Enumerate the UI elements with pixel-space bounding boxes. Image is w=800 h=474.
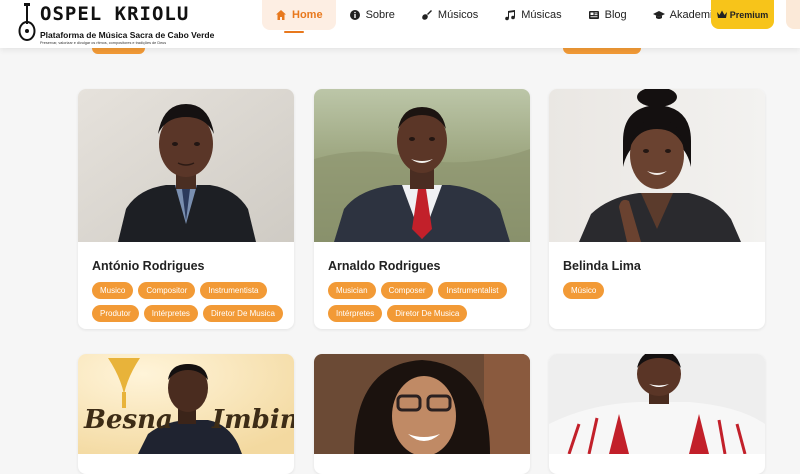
role-tag[interactable]: Compositor <box>138 282 196 299</box>
musician-card[interactable] <box>549 354 765 474</box>
musician-photo <box>549 89 765 242</box>
menu-home-label: Home <box>292 9 323 21</box>
musician-photo <box>78 89 294 242</box>
menu-musicos[interactable]: Músicos <box>408 0 491 30</box>
musician-name[interactable]: Belinda Lima <box>563 259 641 273</box>
role-tag[interactable]: Intérpretes <box>328 305 383 322</box>
menu-sobre[interactable]: Sobre <box>336 0 408 30</box>
music-note-icon <box>505 10 516 21</box>
brand-subtagline: Preservar, valorizar e divulgar os ritmo… <box>40 41 167 45</box>
musician-photo: Besna Imbine <box>78 354 294 454</box>
role-tag[interactable]: Composer <box>380 282 434 299</box>
menu-blog-label: Blog <box>604 9 627 21</box>
brand-tagline: Plataforma de Música Sacra de Cabo Verde <box>40 30 215 40</box>
previous-row-button-remnant[interactable] <box>92 47 145 54</box>
menu-home[interactable]: Home <box>262 0 336 33</box>
menu-musicos-label: Músicos <box>437 9 479 21</box>
top-navbar: OSPEL KRIOLU Plataforma de Música Sacra … <box>0 0 800 48</box>
newspaper-icon <box>588 11 599 19</box>
info-icon <box>349 10 360 20</box>
premium-button[interactable]: Premium <box>711 0 774 29</box>
role-tag[interactable]: Diretor De Musica <box>387 305 468 322</box>
main-menu: Home Sobre Músicos Músicas Blog Akademia <box>262 0 732 33</box>
musician-card[interactable]: António Rodrigues Musico Compositor Inst… <box>78 89 294 329</box>
role-tag[interactable]: Diretor De Musica <box>202 305 283 322</box>
photo-caption-besna: Besna <box>83 405 173 435</box>
musician-name[interactable]: António Rodrigues <box>92 259 205 273</box>
guitar-logo-icon <box>18 3 36 41</box>
musician-card[interactable]: Belinda Lima Músico <box>549 89 765 329</box>
menu-musicas-label: Músicas <box>521 9 562 21</box>
role-tag[interactable]: Musician <box>328 282 376 299</box>
musician-tags: Musico Compositor Instrumentista Produto… <box>92 282 287 322</box>
role-tag[interactable]: Instrumentalist <box>438 282 507 299</box>
musician-photo <box>314 354 530 454</box>
role-tag[interactable]: Produtor <box>92 305 139 322</box>
site-logo[interactable]: OSPEL KRIOLU Plataforma de Música Sacra … <box>18 2 218 46</box>
musician-photo <box>549 354 765 454</box>
graduation-cap-icon <box>652 11 665 19</box>
photo-caption-imbine: Imbine <box>211 405 294 435</box>
menu-blog[interactable]: Blog <box>575 0 640 30</box>
premium-label: Premium <box>729 9 769 20</box>
musician-tags: Musician Composer Instrumentalist Intérp… <box>328 282 523 322</box>
role-tag[interactable]: Musico <box>92 282 134 299</box>
role-tag[interactable]: Instrumentista <box>200 282 267 299</box>
musician-card[interactable]: Arnaldo Rodrigues Musician Composer Inst… <box>314 89 530 329</box>
role-tag[interactable]: Músico <box>563 282 605 299</box>
brand-name: OSPEL KRIOLU <box>40 3 190 25</box>
menu-sobre-label: Sobre <box>365 9 395 21</box>
menu-musicas[interactable]: Músicas <box>491 0 574 30</box>
guitar-icon <box>422 10 432 20</box>
musician-photo <box>314 89 530 242</box>
nav-overflow-item[interactable] <box>786 0 800 29</box>
musician-tags: Músico <box>563 282 758 299</box>
musician-card[interactable]: Besna Imbine <box>78 354 294 474</box>
musician-name[interactable]: Arnaldo Rodrigues <box>328 259 441 273</box>
previous-row-button-remnant[interactable] <box>563 47 641 54</box>
musician-card[interactable] <box>314 354 530 474</box>
crown-icon <box>716 10 727 18</box>
home-icon <box>276 10 286 20</box>
role-tag[interactable]: Intérpretes <box>143 305 198 322</box>
